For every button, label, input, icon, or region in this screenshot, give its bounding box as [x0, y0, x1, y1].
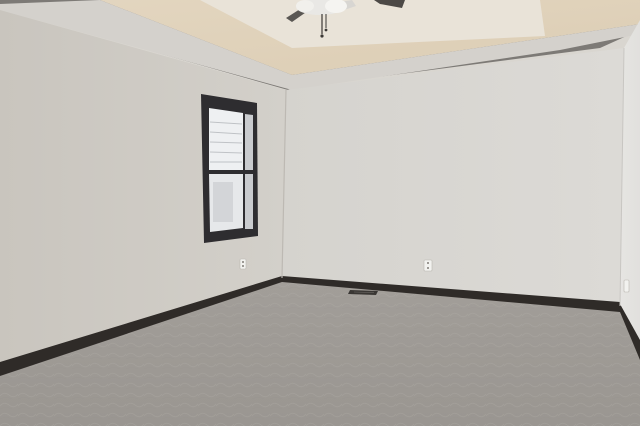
back-wall: [282, 48, 624, 306]
outlet-icon: [239, 258, 247, 270]
room-illustration: [0, 0, 640, 426]
room-photo: [0, 0, 640, 426]
window: [201, 94, 258, 243]
outlet-icon: [423, 259, 433, 272]
outlet-icon: [623, 279, 630, 293]
window-glass-upper: [209, 108, 243, 170]
